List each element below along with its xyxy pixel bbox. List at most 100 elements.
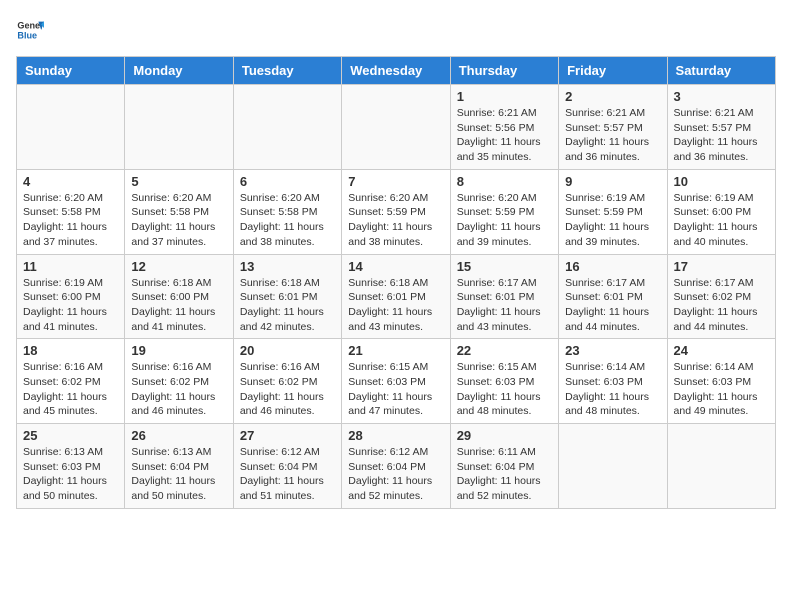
day-number: 1 — [457, 89, 552, 104]
day-of-week-header: Sunday — [17, 57, 125, 85]
calendar-cell: 29 Sunrise: 6:11 AM Sunset: 6:04 PM Dayli… — [450, 424, 558, 509]
logo: General Blue — [16, 16, 44, 44]
calendar-week-row: 18 Sunrise: 6:16 AM Sunset: 6:02 PM Dayli… — [17, 339, 776, 424]
calendar-cell: 15Sunrise: 6:17 AM Sunset: 6:01 PM Dayli… — [450, 254, 558, 339]
day-info: Sunrise: 6:12 AM Sunset: 6:04 PM Dayligh… — [240, 445, 335, 504]
calendar-cell: 16 Sunrise: 6:17 AM Sunset: 6:01 PM Dayli… — [559, 254, 667, 339]
day-number: 10 — [674, 174, 769, 189]
day-number: 23 — [565, 343, 660, 358]
day-number: 27 — [240, 428, 335, 443]
day-number: 4 — [23, 174, 118, 189]
calendar-cell: 3Sunrise: 6:21 AM Sunset: 5:57 PM Daylig… — [667, 85, 775, 170]
day-info: Sunrise: 6:13 AM Sunset: 6:04 PM Dayligh… — [131, 445, 226, 504]
day-number: 22 — [457, 343, 552, 358]
day-info: Sunrise: 6:15 AM Sunset: 6:03 PM Dayligh… — [457, 360, 552, 419]
day-info: Sunrise: 6:16 AM Sunset: 6:02 PM Dayligh… — [23, 360, 118, 419]
calendar-cell: 7 Sunrise: 6:20 AM Sunset: 5:59 PM Daylig… — [342, 169, 450, 254]
calendar-cell: 12Sunrise: 6:18 AM Sunset: 6:00 PM Dayli… — [125, 254, 233, 339]
day-info: Sunrise: 6:13 AM Sunset: 6:03 PM Dayligh… — [23, 445, 118, 504]
calendar-cell — [17, 85, 125, 170]
day-info: Sunrise: 6:17 AM Sunset: 6:01 PM Dayligh… — [565, 276, 660, 335]
calendar-cell: 26 Sunrise: 6:13 AM Sunset: 6:04 PM Dayli… — [125, 424, 233, 509]
day-of-week-header: Monday — [125, 57, 233, 85]
day-number: 18 — [23, 343, 118, 358]
calendar-cell — [342, 85, 450, 170]
calendar-cell: 10 Sunrise: 6:19 AM Sunset: 6:00 PM Dayli… — [667, 169, 775, 254]
day-of-week-header: Friday — [559, 57, 667, 85]
day-info: Sunrise: 6:14 AM Sunset: 6:03 PM Dayligh… — [565, 360, 660, 419]
day-number: 8 — [457, 174, 552, 189]
calendar-cell: 24 Sunrise: 6:14 AM Sunset: 6:03 PM Dayli… — [667, 339, 775, 424]
day-info: Sunrise: 6:19 AM Sunset: 6:00 PM Dayligh… — [23, 276, 118, 335]
day-of-week-header: Wednesday — [342, 57, 450, 85]
calendar-header-row: SundayMondayTuesdayWednesdayThursdayFrid… — [17, 57, 776, 85]
logo-icon: General Blue — [16, 16, 44, 44]
calendar-cell: 27 Sunrise: 6:12 AM Sunset: 6:04 PM Dayli… — [233, 424, 341, 509]
calendar-cell: 13 Sunrise: 6:18 AM Sunset: 6:01 PM Dayli… — [233, 254, 341, 339]
calendar-cell: 6 Sunrise: 6:20 AM Sunset: 5:58 PM Daylig… — [233, 169, 341, 254]
header: General Blue — [16, 16, 776, 44]
calendar-cell: 9 Sunrise: 6:19 AM Sunset: 5:59 PM Daylig… — [559, 169, 667, 254]
day-info: Sunrise: 6:16 AM Sunset: 6:02 PM Dayligh… — [240, 360, 335, 419]
calendar-cell — [125, 85, 233, 170]
day-number: 14 — [348, 259, 443, 274]
day-number: 25 — [23, 428, 118, 443]
day-number: 6 — [240, 174, 335, 189]
day-number: 19 — [131, 343, 226, 358]
day-number: 5 — [131, 174, 226, 189]
day-number: 2 — [565, 89, 660, 104]
calendar-week-row: 25 Sunrise: 6:13 AM Sunset: 6:03 PM Dayli… — [17, 424, 776, 509]
day-info: Sunrise: 6:14 AM Sunset: 6:03 PM Dayligh… — [674, 360, 769, 419]
day-info: Sunrise: 6:21 AM Sunset: 5:57 PM Dayligh… — [674, 106, 769, 165]
calendar-cell: 5 Sunrise: 6:20 AM Sunset: 5:58 PM Daylig… — [125, 169, 233, 254]
svg-text:Blue: Blue — [17, 30, 37, 40]
day-info: Sunrise: 6:21 AM Sunset: 5:57 PM Dayligh… — [565, 106, 660, 165]
day-number: 29 — [457, 428, 552, 443]
day-info: Sunrise: 6:18 AM Sunset: 6:01 PM Dayligh… — [348, 276, 443, 335]
day-number: 21 — [348, 343, 443, 358]
calendar-cell: 14 Sunrise: 6:18 AM Sunset: 6:01 PM Dayli… — [342, 254, 450, 339]
calendar-cell: 28Sunrise: 6:12 AM Sunset: 6:04 PM Dayli… — [342, 424, 450, 509]
day-info: Sunrise: 6:20 AM Sunset: 5:59 PM Dayligh… — [348, 191, 443, 250]
day-number: 9 — [565, 174, 660, 189]
day-info: Sunrise: 6:17 AM Sunset: 6:02 PM Dayligh… — [674, 276, 769, 335]
calendar-cell: 1Sunrise: 6:21 AM Sunset: 5:56 PM Daylig… — [450, 85, 558, 170]
day-info: Sunrise: 6:12 AM Sunset: 6:04 PM Dayligh… — [348, 445, 443, 504]
calendar-cell: 4 Sunrise: 6:20 AM Sunset: 5:58 PM Daylig… — [17, 169, 125, 254]
calendar-cell: 11 Sunrise: 6:19 AM Sunset: 6:00 PM Dayli… — [17, 254, 125, 339]
calendar-week-row: 11 Sunrise: 6:19 AM Sunset: 6:00 PM Dayli… — [17, 254, 776, 339]
day-of-week-header: Saturday — [667, 57, 775, 85]
day-number: 11 — [23, 259, 118, 274]
day-info: Sunrise: 6:11 AM Sunset: 6:04 PM Dayligh… — [457, 445, 552, 504]
calendar-cell: 25 Sunrise: 6:13 AM Sunset: 6:03 PM Dayli… — [17, 424, 125, 509]
day-of-week-header: Thursday — [450, 57, 558, 85]
day-info: Sunrise: 6:17 AM Sunset: 6:01 PM Dayligh… — [457, 276, 552, 335]
day-info: Sunrise: 6:16 AM Sunset: 6:02 PM Dayligh… — [131, 360, 226, 419]
day-number: 16 — [565, 259, 660, 274]
day-number: 20 — [240, 343, 335, 358]
day-info: Sunrise: 6:19 AM Sunset: 5:59 PM Dayligh… — [565, 191, 660, 250]
calendar-cell: 2 Sunrise: 6:21 AM Sunset: 5:57 PM Daylig… — [559, 85, 667, 170]
calendar-cell: 23 Sunrise: 6:14 AM Sunset: 6:03 PM Dayli… — [559, 339, 667, 424]
day-of-week-header: Tuesday — [233, 57, 341, 85]
day-number: 12 — [131, 259, 226, 274]
day-info: Sunrise: 6:20 AM Sunset: 5:58 PM Dayligh… — [240, 191, 335, 250]
day-info: Sunrise: 6:19 AM Sunset: 6:00 PM Dayligh… — [674, 191, 769, 250]
calendar-cell: 18 Sunrise: 6:16 AM Sunset: 6:02 PM Dayli… — [17, 339, 125, 424]
day-info: Sunrise: 6:20 AM Sunset: 5:59 PM Dayligh… — [457, 191, 552, 250]
calendar-cell — [233, 85, 341, 170]
day-info: Sunrise: 6:20 AM Sunset: 5:58 PM Dayligh… — [131, 191, 226, 250]
calendar-cell: 17 Sunrise: 6:17 AM Sunset: 6:02 PM Dayli… — [667, 254, 775, 339]
calendar-cell: 8 Sunrise: 6:20 AM Sunset: 5:59 PM Daylig… — [450, 169, 558, 254]
day-info: Sunrise: 6:20 AM Sunset: 5:58 PM Dayligh… — [23, 191, 118, 250]
day-number: 17 — [674, 259, 769, 274]
day-number: 24 — [674, 343, 769, 358]
calendar-cell: 20 Sunrise: 6:16 AM Sunset: 6:02 PM Dayli… — [233, 339, 341, 424]
calendar-cell: 19 Sunrise: 6:16 AM Sunset: 6:02 PM Dayli… — [125, 339, 233, 424]
day-number: 26 — [131, 428, 226, 443]
day-info: Sunrise: 6:18 AM Sunset: 6:01 PM Dayligh… — [240, 276, 335, 335]
calendar-cell — [559, 424, 667, 509]
day-number: 7 — [348, 174, 443, 189]
calendar-cell: 21Sunrise: 6:15 AM Sunset: 6:03 PM Dayli… — [342, 339, 450, 424]
day-number: 13 — [240, 259, 335, 274]
